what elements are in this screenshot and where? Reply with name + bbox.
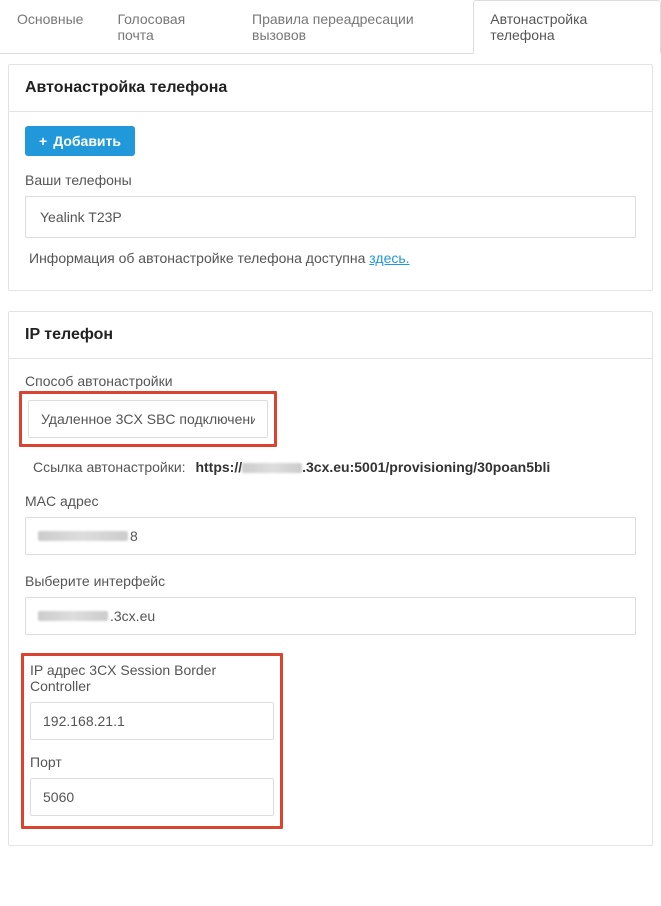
redacted-subdomain [242,463,302,473]
tab-forwarding[interactable]: Правила переадресации вызовов [235,0,473,53]
provisioning-method-highlight [19,391,277,447]
sbc-section-highlight: IP адрес 3CX Session Border Controller П… [21,653,283,829]
provisioning-method-label: Способ автонастройки [25,373,636,389]
sbc-ip-input[interactable] [30,702,274,740]
provisioning-link-label: Ссылка автонастройки: [33,459,186,475]
plus-icon: + [39,134,47,148]
provisioning-info-link[interactable]: здесь. [369,250,409,266]
panel-title-provisioning: Автонастройка телефона [9,65,652,112]
panel-ip-phone: IP телефон Способ автонастройки Ссылка а… [8,311,653,846]
mac-address-label: MAC адрес [25,493,636,509]
port-input[interactable] [30,778,274,816]
redacted-mac [38,531,128,541]
provisioning-link-row: Ссылка автонастройки: https:// .3cx.eu:50… [25,459,636,475]
panel-phone-provisioning: Автонастройка телефона + Добавить Ваши т… [8,64,653,291]
provisioning-link-suffix: .3cx.eu:5001/provisioning/30poan5bli [302,459,550,475]
redacted-interface [38,611,108,621]
list-item[interactable]: Yealink T23P [26,197,635,237]
your-phones-label: Ваши телефоны [25,172,636,188]
add-button[interactable]: + Добавить [25,126,135,156]
mac-suffix: 8 [130,528,138,544]
interface-label: Выберите интерфейс [25,573,636,589]
provisioning-method-select[interactable] [28,400,268,438]
mac-address-input[interactable]: 8 [25,517,636,555]
port-label: Порт [30,754,274,770]
provisioning-info-text: Информация об автонастройке телефона дос… [25,238,636,270]
tab-provisioning[interactable]: Автонастройка телефона [473,0,661,54]
info-text: Информация об автонастройке телефона дос… [29,250,369,266]
panel-title-ipphone: IP телефон [9,312,652,359]
tab-main[interactable]: Основные [0,0,100,53]
add-button-label: Добавить [53,133,121,149]
tabs-bar: Основные Голосовая почта Правила переадр… [0,0,661,54]
provisioning-link-value: https:// .3cx.eu:5001/provisioning/30poan… [195,459,550,475]
tab-voicemail[interactable]: Голосовая почта [100,0,235,53]
phones-list: Yealink T23P [25,196,636,238]
provisioning-link-prefix: https:// [195,459,242,475]
interface-suffix: .3cx.eu [110,608,155,624]
sbc-ip-label: IP адрес 3CX Session Border Controller [30,662,274,694]
interface-select[interactable]: .3cx.eu [25,597,636,635]
